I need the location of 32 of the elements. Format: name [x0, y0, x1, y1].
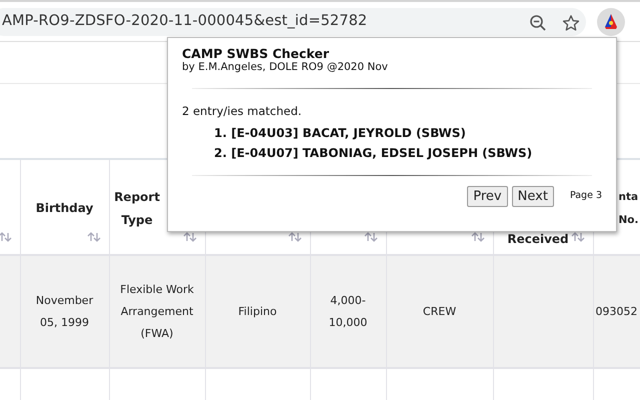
match-summary: 2 entry/ies matched. [182, 103, 303, 119]
prev-button[interactable]: Prev [467, 186, 508, 207]
sort-icon[interactable] [570, 232, 584, 242]
table-cell-text: CREW [422, 304, 458, 320]
column-header: Report [114, 189, 160, 206]
sort-icon[interactable] [0, 232, 12, 242]
sort-icon[interactable] [86, 232, 100, 242]
address-bar[interactable]: AMP-RO9-ZDSFO-2020-11-000045&est_id=52782 [0, 8, 586, 36]
sort-icon[interactable] [470, 232, 484, 242]
zoom-out-icon[interactable] [529, 14, 547, 32]
column-header: Birthday [36, 200, 94, 217]
match-item: 2. [E-04U07] TABONIAG, EDSEL JOSEPH (SBWS) [214, 146, 532, 160]
column-header: nta [618, 190, 638, 205]
sort-icon[interactable] [288, 232, 302, 242]
column-header: No. [618, 213, 638, 228]
popup-byline: by E.M.Angeles, DOLE RO9 @2020 Nov [182, 61, 389, 74]
extension-icon[interactable] [597, 8, 625, 36]
table-cell-text: Flexible Work Arrangement (FWA) [119, 282, 195, 342]
column-header: Received [507, 231, 569, 248]
next-button[interactable]: Next [512, 186, 554, 207]
sort-icon[interactable] [364, 232, 378, 242]
match-item: 1. [E-04U03] BACAT, JEYROLD (SBWS) [214, 126, 466, 140]
table-cell-text: 093052 [596, 304, 638, 320]
page-indicator: Page 3 [570, 189, 602, 204]
url-text: AMP-RO9-ZDSFO-2020-11-000045&est_id=52782 [2, 12, 368, 32]
column-header: Type [121, 212, 153, 229]
star-icon[interactable] [562, 14, 580, 32]
sort-icon[interactable] [182, 232, 196, 242]
popup-title: CAMP SWBS Checker [182, 46, 330, 61]
table-cell-text: 4,000-10,000 [328, 292, 368, 330]
table-cell-text: Filipino [237, 304, 278, 320]
table-cell-text: November 05, 1999 [34, 292, 94, 330]
